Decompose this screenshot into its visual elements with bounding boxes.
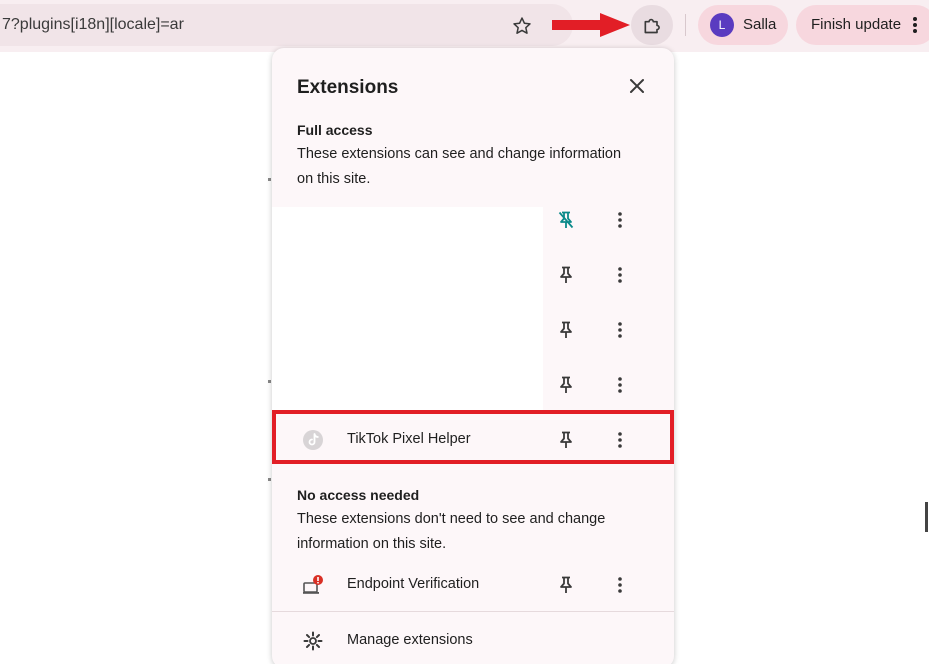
extension-row-endpoint-verification[interactable]: Endpoint Verification [272, 557, 674, 612]
more-options-icon[interactable] [612, 575, 628, 595]
finish-update-label: Finish update [811, 16, 902, 33]
pin-icon[interactable] [556, 575, 576, 595]
background-mark [268, 380, 271, 383]
full-access-title: Full access [297, 122, 373, 138]
extension-row[interactable] [272, 192, 674, 247]
background-mark [268, 178, 271, 181]
panel-divider [272, 611, 674, 612]
toolbar-separator [685, 14, 686, 36]
extensions-panel: Extensions Full access These extensions … [272, 48, 674, 664]
address-bar[interactable]: 7?plugins[i18n][locale]=ar [0, 4, 573, 46]
pin-icon[interactable] [556, 375, 576, 395]
annotation-highlight-box [272, 410, 674, 464]
extension-name: Endpoint Verification [347, 576, 480, 592]
extension-row[interactable] [272, 302, 674, 357]
extension-row[interactable] [272, 247, 674, 302]
url-text: 7?plugins[i18n][locale]=ar [2, 16, 184, 33]
close-icon[interactable] [628, 77, 646, 95]
pin-icon[interactable] [556, 265, 576, 285]
background-mark [268, 478, 271, 481]
more-options-icon[interactable] [612, 375, 628, 395]
star-icon[interactable] [512, 16, 532, 36]
puzzle-icon [644, 18, 660, 34]
profile-name: Salla [743, 16, 777, 33]
extensions-button[interactable] [631, 5, 673, 45]
gear-icon [303, 631, 323, 651]
endpoint-verification-icon [303, 575, 323, 594]
manage-extensions-button[interactable]: Manage extensions [272, 613, 674, 664]
full-access-description: These extensions can see and change info… [297, 146, 622, 187]
profile-button[interactable]: L Salla [698, 5, 788, 45]
background-scroll-mark [925, 502, 928, 532]
more-options-icon[interactable] [612, 265, 628, 285]
kebab-menu-icon [913, 17, 917, 33]
pinned-icon[interactable] [556, 210, 576, 230]
more-options-icon[interactable] [612, 320, 628, 340]
finish-update-button[interactable]: Finish update [796, 5, 929, 45]
browser-toolbar: 7?plugins[i18n][locale]=ar L Salla Finis… [0, 0, 929, 52]
annotation-arrow [552, 13, 630, 37]
extension-row[interactable] [272, 357, 674, 412]
more-options-icon[interactable] [612, 210, 628, 230]
panel-title: Extensions [297, 77, 399, 98]
no-access-description: These extensions don't need to see and c… [297, 511, 606, 552]
avatar: L [710, 13, 734, 37]
no-access-title: No access needed [297, 487, 420, 503]
pin-icon[interactable] [556, 320, 576, 340]
manage-extensions-label: Manage extensions [347, 632, 473, 648]
